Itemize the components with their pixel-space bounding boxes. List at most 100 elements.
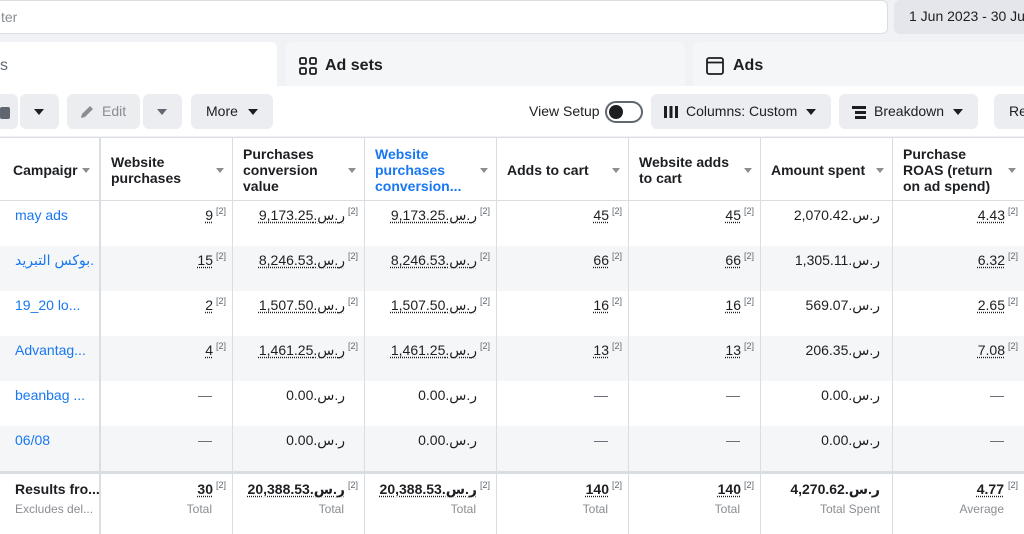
- tab-ad-sets-label: Ad sets: [325, 57, 383, 74]
- metric-value[interactable]: ر.س.1,507.50: [391, 297, 477, 314]
- frozen-column-divider[interactable]: [99, 138, 101, 534]
- campaign-name-link[interactable]: 06/08: [15, 432, 93, 448]
- edit-dropdown-button[interactable]: [143, 94, 182, 129]
- metric-value[interactable]: ر.س.0.00: [286, 432, 345, 449]
- metric-value[interactable]: 6.32: [978, 252, 1005, 268]
- table-row[interactable]: بوكس التبريد...15[2]ر.س.8,246.53[2]ر.س.8…: [0, 246, 1024, 291]
- summary-value[interactable]: ر.س.20,388.53: [380, 481, 477, 498]
- col-header-website-adds-to-cart[interactable]: Website adds to cart: [629, 138, 761, 201]
- metric-value[interactable]: 13: [725, 342, 741, 358]
- tab-ads[interactable]: Ads: [693, 42, 1024, 86]
- metric-value[interactable]: ر.س.0.00: [418, 387, 477, 404]
- more-button[interactable]: More: [191, 94, 273, 129]
- metric-value[interactable]: 2.65: [978, 297, 1005, 313]
- metric-value[interactable]: 15: [197, 252, 213, 268]
- attribution-marker: [2]: [347, 206, 358, 216]
- date-range-picker[interactable]: 1 Jun 2023 - 30 Jun: [894, 0, 1024, 34]
- duplicate-dropdown-button[interactable]: [20, 94, 59, 129]
- col-header-amount-spent[interactable]: Amount spent: [761, 138, 893, 201]
- col-header-label-line3: on ad spend): [903, 178, 991, 194]
- col-header-campaign[interactable]: Campaigr: [0, 138, 100, 201]
- campaign-name-link[interactable]: Advantag...: [15, 342, 93, 358]
- cell-website-adds: 66 [2]: [629, 246, 761, 291]
- col-header-campaign-label: Campaigr: [13, 162, 78, 178]
- edit-button[interactable]: Edit: [67, 94, 140, 129]
- cell-adds-to-cart: —: [497, 426, 629, 471]
- table-row[interactable]: Advantag... 4 [2] ر.س.1,461.25 [2] ر.س.1,461.…: [0, 336, 1024, 381]
- cell-amount-spent: ر.س.0.00: [761, 381, 893, 426]
- col-header-website-purchases[interactable]: Website purchases: [101, 138, 233, 201]
- metric-value[interactable]: 66: [593, 252, 609, 268]
- sort-caret-icon[interactable]: [612, 168, 620, 173]
- summary-value[interactable]: 140: [586, 481, 609, 497]
- attribution-marker: [2]: [611, 341, 622, 351]
- tab-ads-label: Ads: [733, 57, 764, 74]
- col-header-label-line2: ROAS (return: [903, 162, 993, 178]
- metric-value[interactable]: ر.س.1,461.25: [259, 342, 345, 359]
- attribution-marker: [2]: [347, 480, 358, 490]
- columns-button[interactable]: Columns: Custom: [651, 94, 831, 129]
- metric-value: ر.س.569.07: [805, 297, 880, 313]
- cell-wpcv: ر.س.9,173.25 [2]: [365, 201, 497, 246]
- breakdown-button[interactable]: Breakdown: [839, 94, 978, 129]
- campaign-name-cell: 06/08: [0, 426, 100, 471]
- duplicate-button[interactable]: [0, 94, 18, 129]
- view-setup-toggle[interactable]: [605, 101, 643, 123]
- metric-value[interactable]: ر.س.0.00: [418, 432, 477, 449]
- col-header-purchase-roas[interactable]: Purchase ROAS (return on ad spend): [893, 138, 1024, 201]
- reports-label: Re: [1009, 103, 1024, 119]
- metric-value[interactable]: ر.س.1,507.50: [259, 297, 345, 314]
- metric-value[interactable]: ر.س.1,461.25: [391, 342, 477, 359]
- reports-button[interactable]: Re: [994, 94, 1024, 129]
- col-header-purchases-conversion-value[interactable]: Purchases conversion value: [233, 138, 365, 201]
- metric-value[interactable]: 16: [725, 297, 741, 313]
- sort-caret-icon[interactable]: [348, 168, 356, 173]
- metric-value[interactable]: 45: [593, 207, 609, 223]
- search-filter-input[interactable]: ter: [0, 0, 888, 34]
- tab-campaigns[interactable]: s: [0, 42, 277, 86]
- metric-value[interactable]: 66: [725, 252, 741, 268]
- summary-value[interactable]: ر.س.20,388.53: [248, 481, 345, 498]
- metric-value[interactable]: 9: [205, 207, 213, 223]
- metric-value[interactable]: ر.س.9,173.25: [259, 207, 345, 224]
- empty-value: —: [726, 432, 740, 448]
- summary-roas: 4.77 [2] Average: [893, 474, 1024, 534]
- metric-value[interactable]: ر.س.8,246.53: [259, 252, 345, 269]
- metric-value[interactable]: ر.س.8,246.53: [391, 252, 477, 269]
- sort-caret-icon[interactable]: [1008, 168, 1016, 173]
- table-row[interactable]: may ads 9 [2] ر.س.9,173.25 [2] ر.س.9,173.25 [2…: [0, 201, 1024, 246]
- metric-value[interactable]: 2: [205, 297, 213, 313]
- metric-value[interactable]: 16: [593, 297, 609, 313]
- metric-value[interactable]: 45: [725, 207, 741, 223]
- metric-value[interactable]: 13: [593, 342, 609, 358]
- sort-caret-icon[interactable]: [876, 168, 884, 173]
- metric-value[interactable]: 7.08: [978, 342, 1005, 358]
- tab-ad-sets[interactable]: Ad sets: [286, 42, 685, 86]
- metric-value[interactable]: ر.س.9,173.25: [391, 207, 477, 224]
- cell-website-purchases: 4 [2]: [101, 336, 233, 381]
- attribution-marker: [2]: [479, 296, 490, 306]
- summary-pcv: ر.س.20,388.53 [2] Total: [233, 474, 365, 534]
- campaign-name-link[interactable]: beanbag ...: [15, 387, 93, 403]
- table-row[interactable]: beanbag ... — ر.س.0.00 ر.س.0.00 — — ر.س.0.00 —: [0, 381, 1024, 426]
- cell-roas: 7.08 [2]: [893, 336, 1024, 381]
- campaign-name-link[interactable]: may ads: [15, 207, 93, 223]
- sort-caret-icon[interactable]: [480, 168, 488, 173]
- metric-value: ر.س.0.00: [821, 432, 880, 448]
- summary-value[interactable]: 140: [718, 481, 741, 497]
- metric-value[interactable]: ر.س.0.00: [286, 387, 345, 404]
- sort-caret-icon[interactable]: [744, 168, 752, 173]
- sort-caret-icon[interactable]: [216, 168, 224, 173]
- table-row[interactable]: 06/08 — ر.س.0.00 ر.س.0.00 — — ر.س.0.00 —: [0, 426, 1024, 471]
- col-header-website-purchases-conversion[interactable]: Website purchases conversion...: [365, 138, 497, 201]
- sort-caret-icon[interactable]: [82, 168, 90, 173]
- table-row[interactable]: 19_20 lo... 2 [2] ر.س.1,507.50 [2] ر.س.1,507.…: [0, 291, 1024, 336]
- metric-value[interactable]: 4.43: [978, 207, 1005, 223]
- campaign-name-link[interactable]: 19_20 lo...: [15, 297, 93, 313]
- summary-value[interactable]: 4.77: [977, 481, 1004, 497]
- campaign-name-link[interactable]: بوكس التبريد...: [15, 252, 93, 269]
- col-header-adds-to-cart[interactable]: Adds to cart: [497, 138, 629, 201]
- summary-value[interactable]: 30: [197, 481, 213, 497]
- metric-value[interactable]: 4: [205, 342, 213, 358]
- cell-website-adds: 16 [2]: [629, 291, 761, 336]
